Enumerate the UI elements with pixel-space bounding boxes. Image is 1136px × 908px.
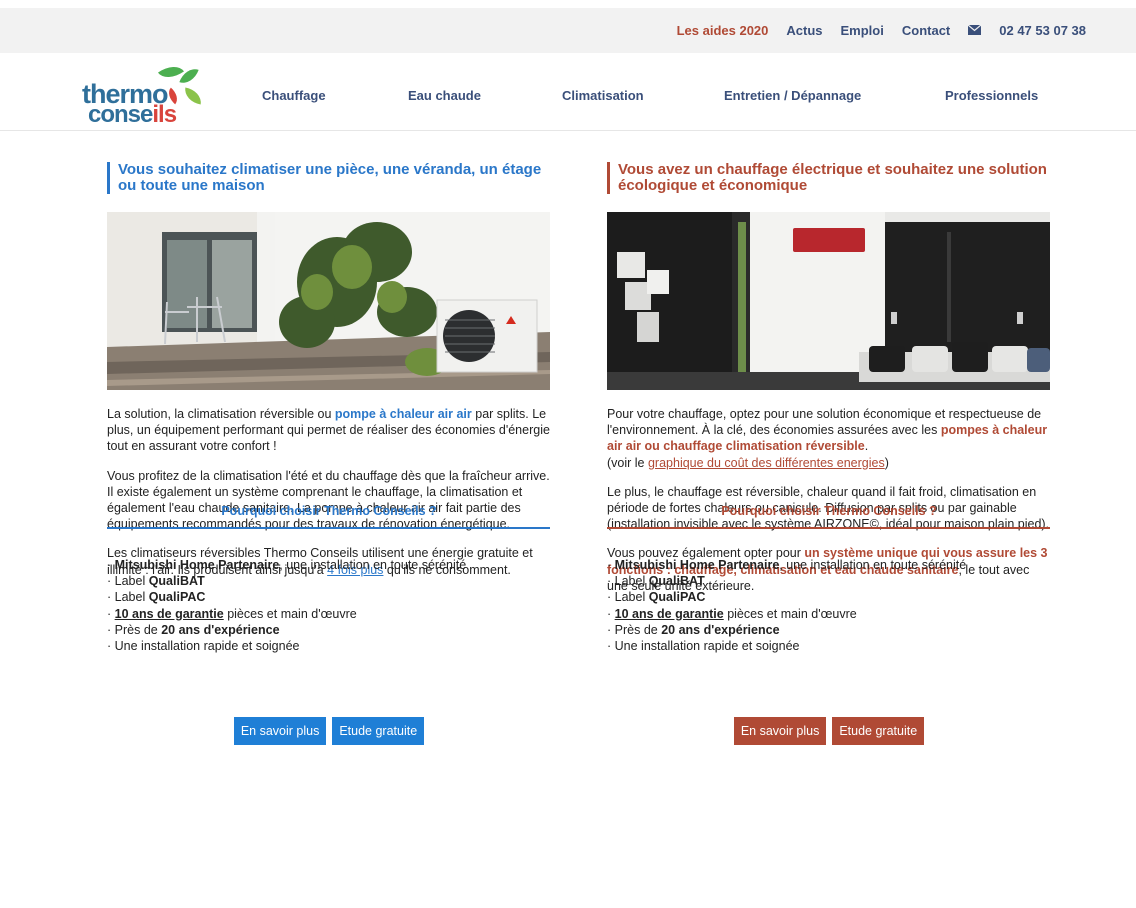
- list-item: Mitsubishi Home Partenaire, une installa…: [607, 557, 1051, 573]
- list-item: Label QualiPAC: [107, 589, 551, 605]
- left-divider: [107, 527, 550, 529]
- right-divider: [607, 527, 1050, 529]
- right-benefits-list: Mitsubishi Home Partenaire, une installa…: [607, 557, 1051, 654]
- list-item: 10 ans de garantie pièces et main d'œuvr…: [607, 606, 1051, 622]
- right-why-title: Pourquoi choisir Thermo Conseils ?: [721, 504, 937, 518]
- list-item: Label QualiBAT: [607, 573, 1051, 589]
- left-button-group: En savoir plus Etude gratuite: [107, 717, 551, 745]
- list-item: Mitsubishi Home Partenaire, une installa…: [107, 557, 551, 573]
- left-learn-more-button[interactable]: En savoir plus: [233, 717, 327, 745]
- left-why-title: Pourquoi choisir Thermo Conseils ?: [221, 504, 437, 518]
- list-item: Une installation rapide et soignée: [107, 638, 551, 654]
- left-benefits-list: Mitsubishi Home Partenaire, une installa…: [107, 557, 551, 654]
- right-lower-section: Pourquoi choisir Thermo Conseils ? Mitsu…: [607, 0, 1051, 908]
- list-item: 10 ans de garantie pièces et main d'œuvr…: [107, 606, 551, 622]
- list-item: Près de 20 ans d'expérience: [607, 622, 1051, 638]
- right-learn-more-button[interactable]: En savoir plus: [733, 717, 827, 745]
- left-free-study-button[interactable]: Etude gratuite: [332, 717, 425, 745]
- right-button-group: En savoir plus Etude gratuite: [607, 717, 1051, 745]
- list-item: Label QualiPAC: [607, 589, 1051, 605]
- list-item: Près de 20 ans d'expérience: [107, 622, 551, 638]
- list-item: Une installation rapide et soignée: [607, 638, 1051, 654]
- right-free-study-button[interactable]: Etude gratuite: [832, 717, 925, 745]
- list-item: Label QualiBAT: [107, 573, 551, 589]
- left-lower-section: Pourquoi choisir Thermo Conseils ? Mitsu…: [107, 0, 551, 908]
